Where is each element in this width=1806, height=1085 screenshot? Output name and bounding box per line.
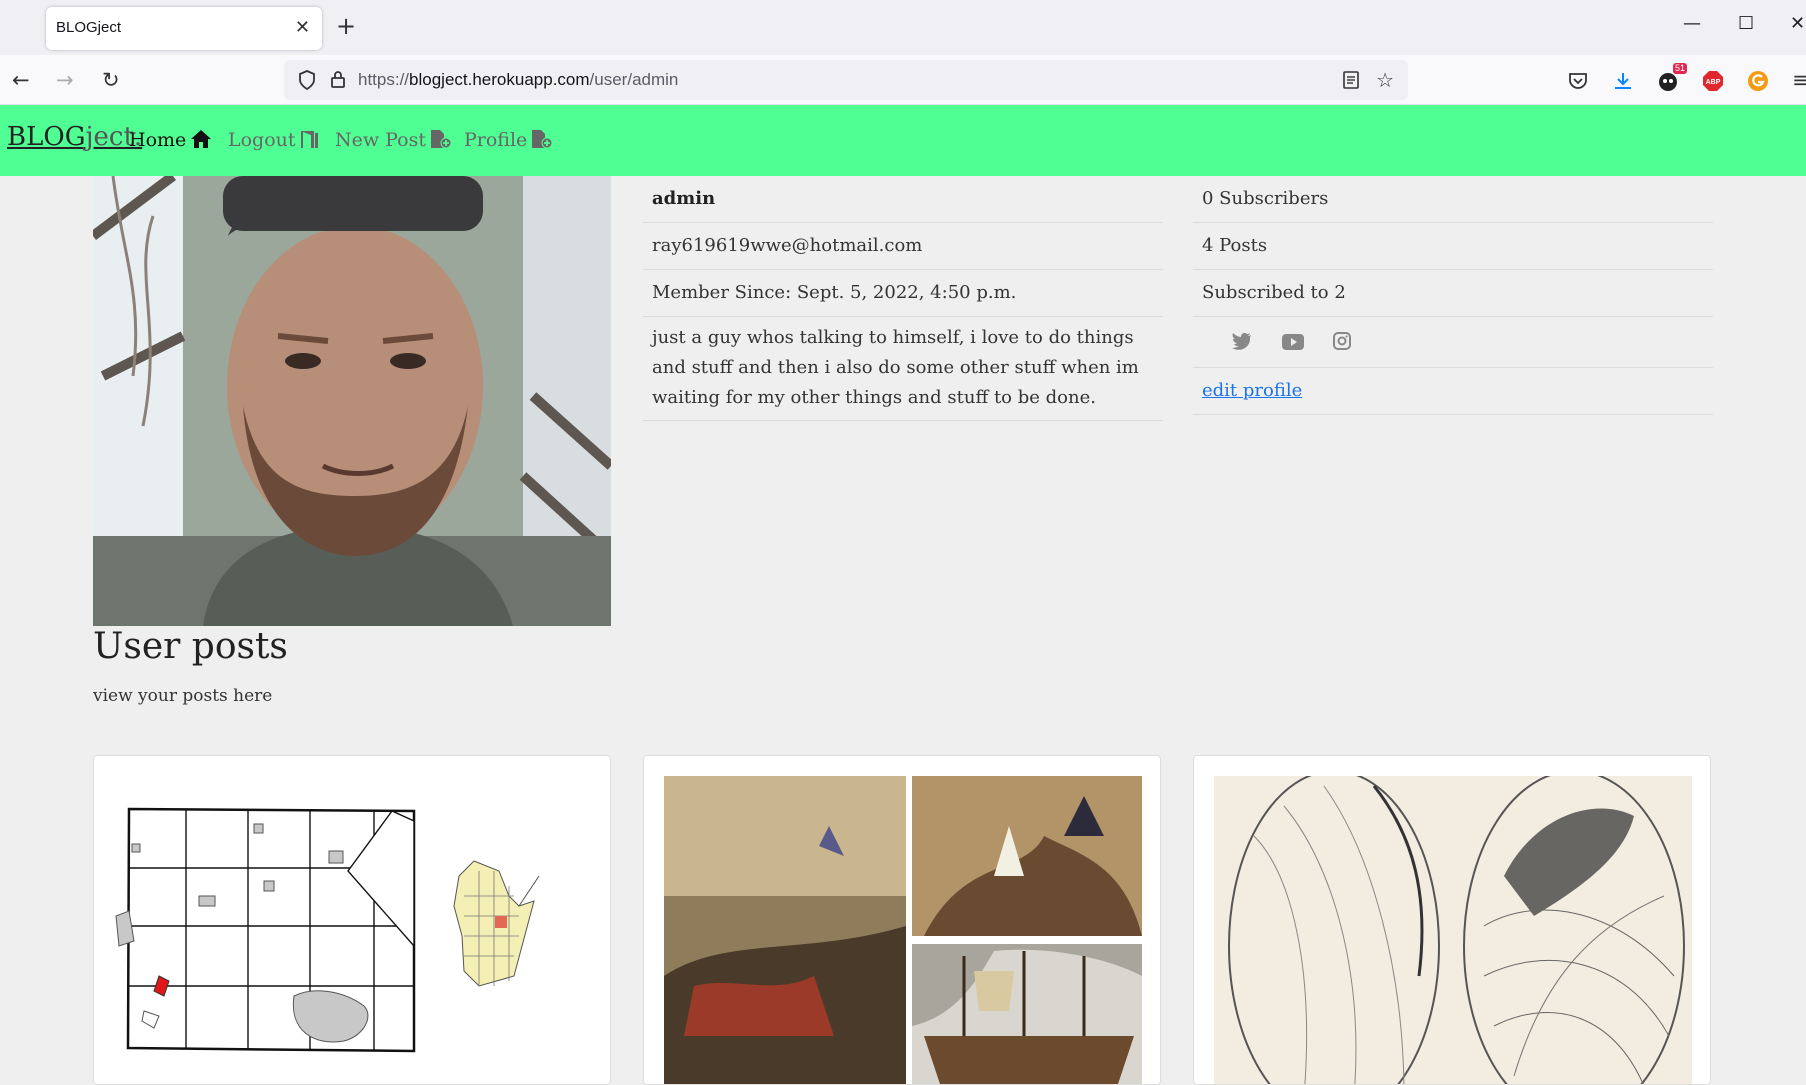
profile-info-column: admin ray619619wwe@hotmail.com Member Si… (643, 176, 1163, 421)
youtube-icon[interactable] (1281, 334, 1304, 355)
extension-badge: 51 (1672, 63, 1687, 74)
post-image[interactable] (1214, 776, 1692, 1084)
grammar-extension-icon[interactable] (1747, 70, 1769, 92)
downloads-icon[interactable] (1612, 70, 1634, 92)
twitter-icon[interactable] (1232, 332, 1252, 355)
post-image[interactable] (114, 776, 592, 1084)
url-text[interactable]: https://blogject.herokuapp.com/user/admi… (358, 70, 678, 90)
post-card[interactable] (93, 755, 611, 1085)
profile-member-since: Member Since: Sept. 5, 2022, 4:50 p.m. (643, 270, 1163, 317)
post-card[interactable] (643, 755, 1161, 1085)
site-navbar: BLOGject. Home Logout New Post Profile (0, 105, 1806, 176)
file-add-icon (532, 130, 553, 149)
profile-bio: just a guy whos talking to himself, i lo… (643, 317, 1163, 421)
instagram-icon[interactable] (1333, 332, 1352, 355)
browser-tab[interactable]: BLOGject ✕ (46, 7, 322, 50)
profile-username: admin (643, 176, 1163, 223)
nav-new-post-link[interactable]: New Post (335, 129, 452, 151)
close-window-icon[interactable]: ✕ (1790, 13, 1805, 34)
browser-tab-bar: BLOGject ✕ + — ☐ ✕ (0, 0, 1806, 55)
profile-stats-column: 0 Subscribers 4 Posts Subscribed to 2 ed… (1193, 176, 1713, 415)
user-posts-title: User posts (93, 626, 288, 667)
logout-icon (300, 131, 318, 148)
nav-profile-link[interactable]: Profile (464, 129, 553, 151)
user-posts-subtitle: view your posts here (93, 686, 273, 706)
file-add-icon (431, 130, 452, 149)
svg-text:ABP: ABP (1706, 79, 1721, 86)
url-bar[interactable]: https://blogject.herokuapp.com/user/admi… (284, 60, 1408, 100)
new-tab-icon[interactable]: + (336, 12, 356, 40)
minimize-icon[interactable]: — (1683, 13, 1701, 34)
lock-icon[interactable] (330, 69, 346, 89)
menu-icon[interactable]: ≡ (1792, 68, 1806, 92)
reader-view-icon[interactable] (1342, 70, 1360, 90)
brand-logo[interactable]: BLOGject. (7, 122, 142, 152)
posts-count: 4 Posts (1193, 223, 1713, 270)
edit-profile-link[interactable]: edit profile (1202, 380, 1302, 401)
extension-icon[interactable]: 51 (1657, 63, 1687, 92)
profile-email: ray619619wwe@hotmail.com (643, 223, 1163, 270)
maximize-icon[interactable]: ☐ (1738, 13, 1754, 34)
shield-icon[interactable] (298, 70, 316, 90)
back-icon[interactable]: ← (12, 68, 30, 92)
post-image[interactable] (664, 776, 1142, 1084)
forward-icon[interactable]: → (56, 68, 74, 92)
social-links (1193, 317, 1713, 368)
home-icon (191, 130, 212, 148)
nav-logout-link[interactable]: Logout (228, 129, 320, 151)
profile-avatar (93, 176, 611, 626)
edit-profile-row: edit profile (1193, 368, 1713, 415)
bookmark-star-icon[interactable]: ☆ (1376, 68, 1394, 92)
close-tab-icon[interactable]: ✕ (295, 17, 310, 38)
browser-nav-bar: ← → ↻ https://blogject.herokuapp.com/use… (0, 55, 1806, 105)
tab-title: BLOGject (56, 19, 122, 36)
pocket-icon[interactable] (1567, 70, 1589, 92)
nav-home-link[interactable]: Home (129, 129, 212, 151)
reload-icon[interactable]: ↻ (102, 68, 120, 92)
post-card[interactable] (1193, 755, 1711, 1085)
subscribers-count: 0 Subscribers (1193, 176, 1713, 223)
subscribed-to-count: Subscribed to 2 (1193, 270, 1713, 317)
adblock-icon[interactable]: ABP (1702, 70, 1724, 92)
